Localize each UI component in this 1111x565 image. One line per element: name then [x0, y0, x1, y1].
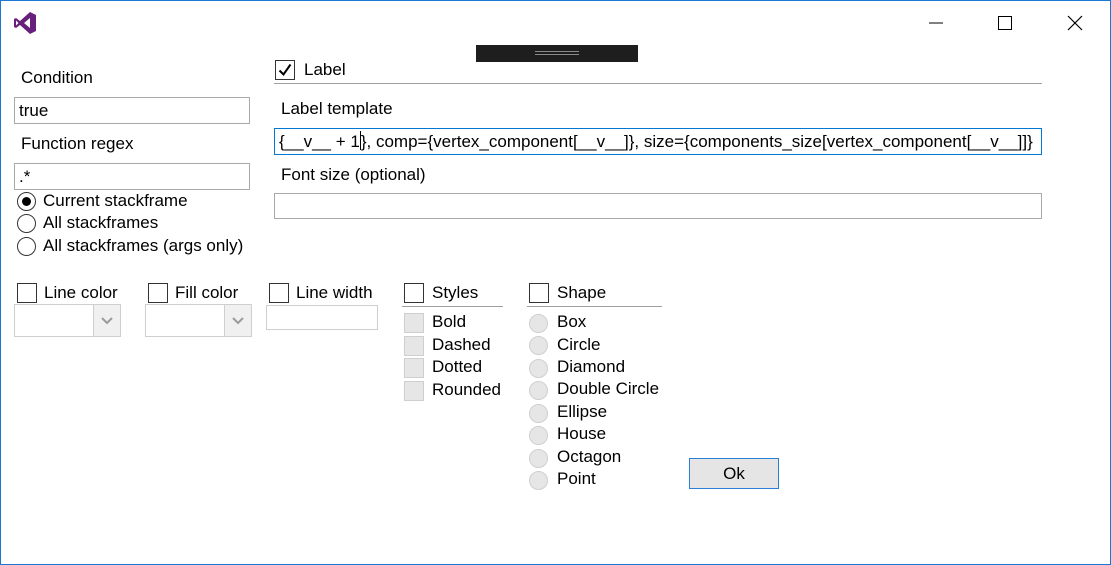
dialog-window: Condition true Function regex .* Current… — [0, 0, 1111, 565]
line-color-label: Line color — [44, 283, 118, 302]
visual-studio-icon — [14, 12, 36, 34]
font-size-input[interactable] — [274, 193, 1042, 219]
minimize-icon — [929, 22, 943, 24]
close-icon — [1067, 15, 1083, 31]
shape-double-circle-radio[interactable] — [529, 381, 548, 400]
shape-option-label: Point — [557, 469, 596, 488]
line-width-input[interactable] — [266, 305, 378, 330]
line-width-checkbox[interactable] — [269, 283, 289, 303]
divider — [527, 306, 662, 307]
minimize-button[interactable] — [913, 1, 959, 45]
drag-grip[interactable] — [476, 45, 638, 62]
close-button[interactable] — [1052, 1, 1098, 45]
line-width-label: Line width — [296, 283, 373, 302]
maximize-button[interactable] — [982, 1, 1028, 45]
radio-current-stackframe[interactable] — [17, 192, 36, 211]
line-color-select[interactable] — [14, 304, 121, 337]
shape-checkbox[interactable] — [529, 283, 549, 303]
shape-option-label: Octagon — [557, 447, 622, 466]
maximize-icon — [998, 16, 1012, 30]
style-option-label: Bold — [432, 312, 467, 331]
style-bold-checkbox[interactable] — [404, 313, 424, 333]
style-option-label: Dotted — [432, 357, 483, 376]
fill-color-label: Fill color — [175, 283, 239, 302]
line-color-checkbox[interactable] — [17, 283, 37, 303]
shape-octagon-radio[interactable] — [529, 449, 548, 468]
style-dotted-checkbox[interactable] — [404, 358, 424, 378]
shape-option-label: Box — [557, 312, 587, 331]
font-size-label: Font size (optional) — [281, 165, 426, 184]
shape-circle-radio[interactable] — [529, 336, 548, 355]
radio-label: Current stackframe — [43, 191, 188, 210]
radio-label: All stackframes (args only) — [43, 236, 244, 255]
function-regex-label: Function regex — [21, 134, 134, 153]
template-text-before-caret: {__v__ + 1 — [279, 132, 360, 151]
function-regex-input[interactable]: .* — [14, 163, 250, 190]
divider — [274, 83, 1042, 84]
label-checkbox[interactable] — [275, 60, 295, 80]
fill-color-select[interactable] — [145, 304, 252, 337]
label-checkbox-label: Label — [304, 60, 346, 79]
shape-ellipse-radio[interactable] — [529, 404, 548, 423]
divider — [402, 306, 503, 307]
styles-checkbox[interactable] — [404, 283, 424, 303]
checkmark-icon — [278, 63, 292, 77]
style-option-label: Dashed — [432, 335, 491, 354]
template-text-after-caret: }, comp={vertex_component[__v__]}, size=… — [360, 132, 1033, 151]
chevron-down-icon — [224, 305, 251, 336]
fill-color-checkbox[interactable] — [148, 283, 168, 303]
ok-button[interactable]: Ok — [689, 458, 779, 489]
shape-option-label: Diamond — [557, 357, 626, 376]
grip-line — [535, 54, 579, 55]
shape-option-label: House — [557, 424, 607, 443]
radio-all-stackframes-args-only[interactable] — [17, 237, 36, 256]
chevron-down-icon — [93, 305, 120, 336]
shape-option-label: Double Circle — [557, 379, 660, 398]
shape-option-label: Circle — [557, 335, 601, 354]
radio-label: All stackframes — [43, 213, 159, 232]
shape-house-radio[interactable] — [529, 426, 548, 445]
shape-option-label: Ellipse — [557, 402, 608, 421]
shape-diamond-radio[interactable] — [529, 359, 548, 378]
style-rounded-checkbox[interactable] — [404, 381, 424, 401]
style-option-label: Rounded — [432, 380, 502, 399]
condition-label: Condition — [21, 68, 93, 87]
condition-input[interactable]: true — [14, 97, 250, 124]
label-template-input[interactable]: {__v__ + 1}, comp={vertex_component[__v_… — [274, 128, 1042, 155]
shape-label: Shape — [557, 283, 607, 302]
style-dashed-checkbox[interactable] — [404, 336, 424, 356]
styles-label: Styles — [432, 283, 479, 302]
radio-all-stackframes[interactable] — [17, 214, 36, 233]
label-template-label: Label template — [281, 99, 393, 118]
shape-box-radio[interactable] — [529, 314, 548, 333]
grip-line — [535, 51, 579, 52]
shape-point-radio[interactable] — [529, 471, 548, 490]
